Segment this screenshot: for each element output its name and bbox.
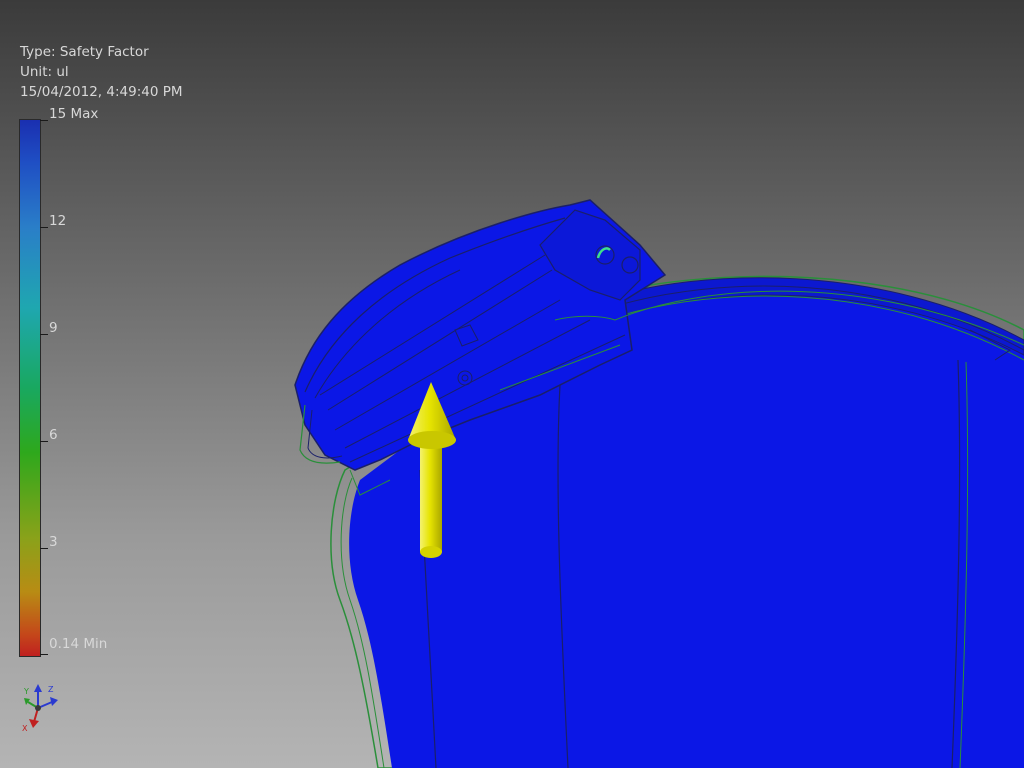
- legend-color-bar: [19, 119, 41, 657]
- legend-label: 12: [49, 213, 67, 229]
- legend-tick: [40, 548, 48, 549]
- legend-tick: [40, 654, 48, 655]
- legend-tick: [40, 227, 48, 228]
- triad-x-label: X: [22, 724, 28, 732]
- view-triad-icon[interactable]: Y Z X: [20, 682, 64, 732]
- legend-tick: [40, 334, 48, 335]
- result-type-label: Type: Safety Factor: [20, 44, 149, 60]
- graphics-viewport[interactable]: Type: Safety Factor Unit: ul 15/04/2012,…: [0, 0, 1024, 768]
- triad-z-label: Z: [48, 685, 54, 694]
- legend-label-min: 0.14 Min: [49, 636, 108, 652]
- legend-tick: [40, 441, 48, 442]
- result-info-panel: Type: Safety Factor Unit: ul 15/04/2012,…: [20, 42, 183, 102]
- legend-tick: [40, 120, 48, 121]
- legend-label: 3: [49, 534, 58, 550]
- legend-label: 9: [49, 320, 58, 336]
- legend-label: 6: [49, 427, 58, 443]
- result-unit-label: Unit: ul: [20, 64, 69, 80]
- legend-label-max: 15 Max: [49, 106, 99, 122]
- stress-model[interactable]: [0, 0, 1024, 768]
- triad-y-label: Y: [23, 687, 29, 696]
- result-date-label: 15/04/2012, 4:49:40 PM: [20, 84, 183, 100]
